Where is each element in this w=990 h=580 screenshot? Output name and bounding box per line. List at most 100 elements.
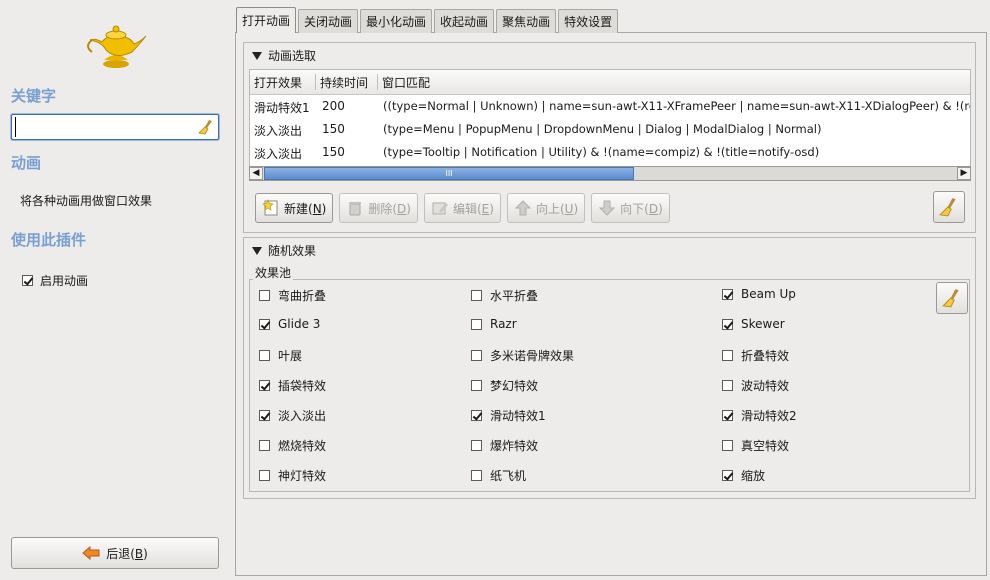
effect-checkbox[interactable]: 波动特效 bbox=[722, 377, 789, 394]
effect-checkbox[interactable]: 多米诺骨牌效果 bbox=[471, 347, 574, 364]
back-button[interactable]: 后退(B) bbox=[11, 537, 219, 569]
clear-broom-icon[interactable] bbox=[197, 118, 215, 136]
effect-label: 滑动特效1 bbox=[490, 409, 546, 423]
effect-label: 叶展 bbox=[278, 349, 303, 363]
column-header-duration[interactable]: 持续时间 bbox=[320, 74, 368, 91]
effect-checkbox[interactable]: 真空特效 bbox=[722, 437, 789, 454]
effect-label: Skewer bbox=[741, 317, 785, 331]
effect-checkbox-box[interactable] bbox=[722, 380, 733, 391]
effect-checkbox-box[interactable] bbox=[722, 440, 733, 451]
effect-checkbox-box[interactable] bbox=[471, 318, 482, 330]
effect-checkbox-box[interactable] bbox=[471, 350, 482, 361]
animation-select-header[interactable]: 动画选取 bbox=[252, 47, 316, 64]
effect-label: Razr bbox=[490, 317, 517, 331]
table-row[interactable]: 淡入淡出 150 (type=Menu | PopupMenu | Dropdo… bbox=[250, 118, 970, 141]
effect-checkbox[interactable]: 插袋特效 bbox=[259, 377, 326, 394]
effect-label: 梦幻特效 bbox=[490, 379, 539, 393]
scroll-left-icon[interactable]: ◀ bbox=[249, 167, 263, 180]
effect-checkbox-box[interactable] bbox=[259, 290, 270, 301]
effect-checkbox[interactable]: 滑动特效1 bbox=[471, 407, 546, 424]
effect-checkbox[interactable]: Glide 3 bbox=[259, 317, 320, 331]
enable-checkbox-box[interactable] bbox=[22, 275, 33, 286]
edit-button-label: 编辑(E) bbox=[452, 201, 494, 216]
tab-open-animation[interactable]: 打开动画 bbox=[236, 7, 297, 33]
row-effect: 淡入淡出 bbox=[254, 124, 303, 138]
reset-animations-button[interactable] bbox=[933, 191, 965, 223]
effect-checkbox[interactable]: 折叠特效 bbox=[722, 347, 789, 364]
expander-arrow-icon bbox=[252, 51, 262, 60]
tab-focus-animation[interactable]: 聚焦动画 bbox=[496, 9, 557, 33]
effect-label: 弯曲折叠 bbox=[278, 289, 327, 303]
horizontal-scrollbar[interactable]: ◀ III ▶ bbox=[249, 166, 971, 181]
tab-close-animation[interactable]: 关闭动画 bbox=[298, 9, 359, 33]
scroll-right-icon[interactable]: ▶ bbox=[957, 167, 971, 180]
effect-label: 插袋特效 bbox=[278, 379, 327, 393]
effect-checkbox-box[interactable] bbox=[259, 350, 270, 361]
tab-minimize-animation[interactable]: 最小化动画 bbox=[360, 9, 433, 33]
row-duration: 200 bbox=[322, 99, 345, 113]
effect-checkbox[interactable]: 叶展 bbox=[259, 347, 302, 364]
move-down-button[interactable]: 向下(D) bbox=[591, 193, 670, 223]
tab-shade-animation[interactable]: 收起动画 bbox=[434, 9, 495, 33]
effect-checkbox[interactable]: 水平折叠 bbox=[471, 287, 538, 304]
edit-button[interactable]: 编辑(E) bbox=[423, 193, 501, 223]
effect-checkbox[interactable]: 神灯特效 bbox=[259, 467, 326, 484]
effect-checkbox[interactable]: 缩放 bbox=[722, 467, 765, 484]
move-up-button[interactable]: 向上(U) bbox=[506, 193, 586, 223]
effect-checkbox[interactable]: 爆炸特效 bbox=[471, 437, 538, 454]
effect-checkbox[interactable]: 梦幻特效 bbox=[471, 377, 538, 394]
effect-checkbox-box[interactable] bbox=[259, 440, 270, 451]
expander-arrow-icon bbox=[252, 246, 262, 255]
enable-animation-checkbox[interactable]: 启用动画 bbox=[22, 272, 88, 289]
effect-pool-label: 效果池 bbox=[253, 264, 294, 281]
effect-checkbox[interactable]: 燃烧特效 bbox=[259, 437, 326, 454]
delete-button[interactable]: 删除(D) bbox=[339, 193, 418, 223]
effect-checkbox[interactable]: 滑动特效2 bbox=[722, 407, 797, 424]
effect-checkbox-box[interactable] bbox=[722, 288, 733, 300]
reset-effects-button[interactable] bbox=[936, 282, 968, 314]
effect-checkbox[interactable]: 淡入淡出 bbox=[259, 407, 326, 424]
tab-effect-settings[interactable]: 特效设置 bbox=[558, 9, 619, 33]
animation-table: 打开效果 持续时间 窗口匹配 滑动特效1 200 ((type=Normal |… bbox=[249, 69, 971, 181]
column-header-match[interactable]: 窗口匹配 bbox=[382, 74, 430, 91]
effect-checkbox-box[interactable] bbox=[722, 470, 733, 481]
row-match: ((type=Normal | Unknown) | name=sun-awt-… bbox=[383, 99, 971, 113]
scroll-thumb[interactable]: III bbox=[264, 167, 634, 180]
table-row[interactable]: 滑动特效1 200 ((type=Normal | Unknown) | nam… bbox=[250, 95, 971, 118]
back-button-label: 后退(B) bbox=[106, 546, 148, 561]
effect-label: 燃烧特效 bbox=[278, 439, 327, 453]
effect-checkbox-box[interactable] bbox=[471, 290, 482, 301]
effect-checkbox-box[interactable] bbox=[722, 410, 733, 421]
effect-checkbox-box[interactable] bbox=[259, 380, 270, 391]
effect-checkbox-box[interactable] bbox=[722, 318, 733, 330]
effect-checkbox-box[interactable] bbox=[259, 470, 270, 481]
column-header-effect[interactable]: 打开效果 bbox=[254, 74, 302, 91]
table-header: 打开效果 持续时间 窗口匹配 bbox=[250, 70, 970, 95]
random-effects-header[interactable]: 随机效果 bbox=[252, 242, 316, 259]
effect-checkbox-box[interactable] bbox=[722, 350, 733, 361]
animation-button-row: 新建(N) 删除(D) 编辑(E) 向上(U) 向下(D) bbox=[255, 193, 670, 223]
effect-checkbox[interactable]: 弯曲折叠 bbox=[259, 287, 326, 304]
effect-checkbox-box[interactable] bbox=[471, 380, 482, 391]
effect-checkbox-box[interactable] bbox=[471, 410, 482, 421]
move-down-button-label: 向下(D) bbox=[620, 201, 663, 216]
row-effect: 滑动特效1 bbox=[254, 101, 310, 115]
effect-checkbox[interactable]: 纸飞机 bbox=[471, 467, 526, 484]
move-up-button-label: 向上(U) bbox=[535, 201, 579, 216]
effect-checkbox[interactable]: Razr bbox=[471, 317, 517, 331]
effect-label: 折叠特效 bbox=[741, 349, 790, 363]
effect-checkbox-box[interactable] bbox=[471, 470, 482, 481]
new-button[interactable]: 新建(N) bbox=[255, 193, 334, 223]
row-effect: 淡入淡出 bbox=[254, 147, 303, 161]
effect-checkbox-box[interactable] bbox=[471, 440, 482, 451]
table-row[interactable]: 淡入淡出 150 (type=Tooltip | Notification | … bbox=[250, 141, 970, 164]
search-field[interactable] bbox=[11, 114, 219, 140]
effect-checkbox-box[interactable] bbox=[259, 318, 270, 330]
effect-checkbox[interactable]: Beam Up bbox=[722, 287, 796, 301]
clear-broom-icon bbox=[939, 198, 956, 217]
effect-checkbox[interactable]: Skewer bbox=[722, 317, 785, 331]
search-input[interactable] bbox=[15, 117, 195, 137]
delete-button-label: 删除(D) bbox=[368, 201, 411, 216]
effect-checkbox-box[interactable] bbox=[259, 410, 270, 421]
effect-label: 神灯特效 bbox=[278, 469, 327, 483]
